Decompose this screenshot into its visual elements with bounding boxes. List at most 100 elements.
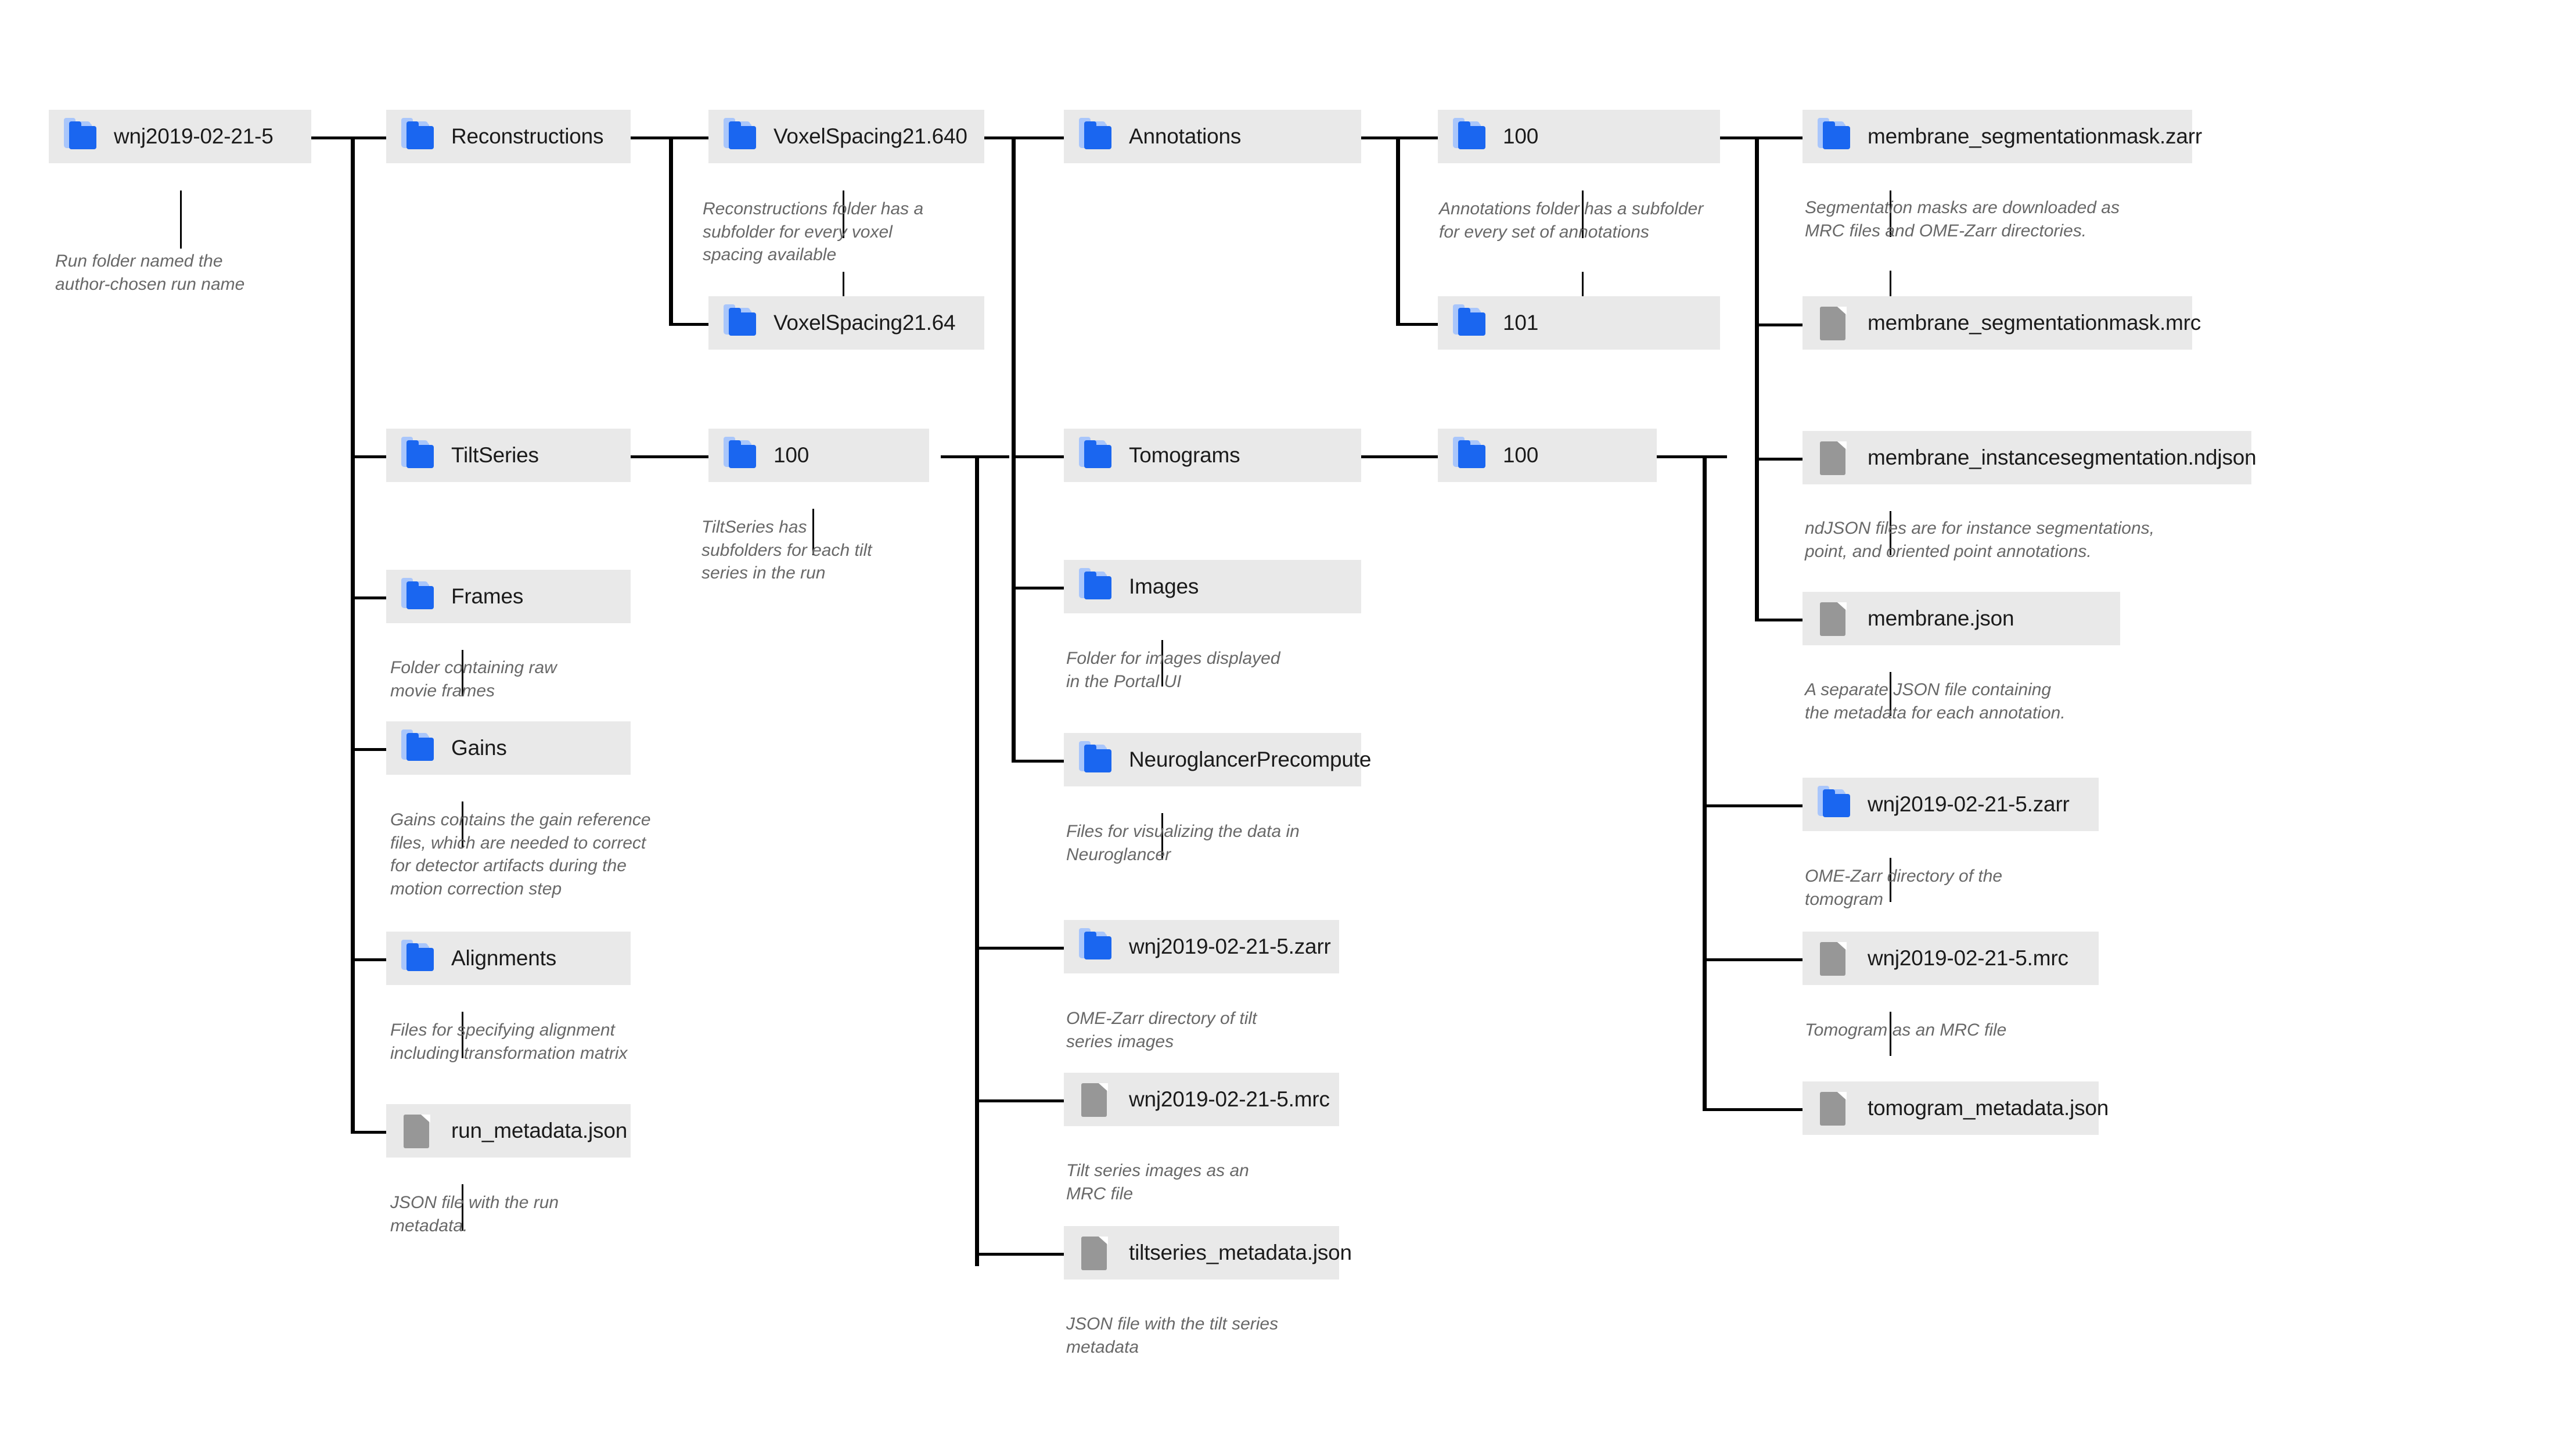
- node-label: VoxelSpacing21.64: [773, 311, 956, 335]
- node-label: wnj2019-02-21-5.zarr: [1129, 935, 1331, 958]
- connector-trunk-ts-metadata: [975, 1253, 1066, 1256]
- caption-tiltseries-zarr: OME-Zarr directory of tilt series images: [1066, 1009, 1257, 1051]
- folder-icon: [724, 304, 758, 339]
- connector-ann100-to-trunk: [1718, 136, 1805, 139]
- node-neuroglancer-precompute[interactable]: NeuroglancerPrecompute: [1064, 733, 1371, 786]
- caption-tiltseries-100: TiltSeries has subfolders for each tilt se…: [701, 517, 872, 583]
- caption-gains: Gains contains the gain reference files, …: [390, 810, 651, 898]
- trunk-tiltseries-files: [975, 455, 979, 1266]
- folder-icon: [1453, 118, 1488, 153]
- caption-run-root: Run folder named the author-chosen run na…: [55, 251, 245, 294]
- node-membrane-segmentationmask-mrc[interactable]: membrane_segmentationmask.mrc: [1803, 296, 2201, 350]
- node-label: Frames: [451, 584, 524, 608]
- caption-tomogram-zarr: OME-Zarr directory of the tomogram: [1805, 867, 2003, 909]
- node-label: wnj2019-02-21-5: [114, 124, 274, 148]
- connector-trunk-tomo-zarr: [1703, 804, 1805, 807]
- file-icon: [1818, 602, 1852, 636]
- node-frames[interactable]: Frames: [386, 570, 631, 623]
- node-label: tomogram_metadata.json: [1868, 1096, 2109, 1120]
- caption-instance-segmentation: ndJSON files are for instance segmentati…: [1805, 519, 2154, 561]
- trunk-root-children: [351, 136, 355, 1134]
- caption-segmentation-masks: Segmentation masks are downloaded as MRC …: [1805, 198, 2120, 240]
- caption-tomogram-mrc: Tomogram as an MRC file: [1805, 1020, 2007, 1040]
- node-tiltseries[interactable]: TiltSeries: [386, 429, 631, 482]
- node-run-metadata-json[interactable]: run_metadata.json: [386, 1104, 631, 1158]
- node-voxelspacing-21-64[interactable]: VoxelSpacing21.64: [708, 296, 984, 350]
- node-run-root[interactable]: wnj2019-02-21-5: [49, 110, 311, 163]
- node-annotation-set-100[interactable]: 100: [1438, 110, 1720, 163]
- caption-tiltseries-metadata: JSON file with the tilt series metadata: [1066, 1314, 1279, 1357]
- node-label: wnj2019-02-21-5.mrc: [1868, 946, 2068, 970]
- node-membrane-segmentationmask-zarr[interactable]: membrane_segmentationmask.zarr: [1803, 110, 2202, 163]
- node-label: VoxelSpacing21.640: [773, 124, 967, 148]
- trunk-tomogram-files: [1703, 455, 1707, 1110]
- connector-trunk-tomo-mrc: [1703, 958, 1805, 961]
- node-gains[interactable]: Gains: [386, 721, 631, 775]
- folder-icon: [1818, 786, 1852, 821]
- folder-icon: [1453, 304, 1488, 339]
- node-tiltseries-100[interactable]: 100: [708, 429, 929, 482]
- file-icon: [1818, 942, 1852, 976]
- folder-icon: [1079, 928, 1114, 963]
- node-tomogram-metadata-json[interactable]: tomogram_metadata.json: [1803, 1081, 2109, 1135]
- node-membrane-instancesegmentation-ndjson[interactable]: membrane_instancesegmentation.ndjson: [1803, 431, 2257, 484]
- connector-tiltseries-to-100: [629, 455, 711, 458]
- connector-trunk-images: [1012, 587, 1066, 590]
- connector-trunk-neuroglancer: [1012, 760, 1066, 763]
- node-label: 100: [1503, 124, 1539, 148]
- node-label: 101: [1503, 311, 1539, 335]
- node-label: Alignments: [451, 946, 557, 970]
- folder-icon: [1079, 437, 1114, 472]
- folder-icon: [1453, 437, 1488, 472]
- folder-icon: [64, 118, 99, 153]
- folder-icon: [1079, 118, 1114, 153]
- caption-reconstructions: Reconstructions folder has a subfolder fo…: [703, 199, 924, 265]
- file-icon: [1079, 1083, 1114, 1117]
- node-membrane-json[interactable]: membrane.json: [1803, 592, 2120, 645]
- node-images[interactable]: Images: [1064, 560, 1361, 613]
- node-tomograms[interactable]: Tomograms: [1064, 429, 1361, 482]
- caption-frames: Folder containing raw movie frames: [390, 658, 557, 700]
- folder-icon: [1079, 568, 1114, 603]
- node-tiltseries-metadata-json[interactable]: tiltseries_metadata.json: [1064, 1226, 1352, 1280]
- node-voxelspacing-21-640[interactable]: VoxelSpacing21.640: [708, 110, 984, 163]
- node-tomogram-100[interactable]: 100: [1438, 429, 1657, 482]
- file-icon: [1818, 441, 1852, 475]
- node-label: TiltSeries: [451, 443, 539, 467]
- node-label: 100: [773, 443, 810, 467]
- folder-icon: [401, 118, 436, 153]
- connector-tomo100-to-trunk: [1654, 455, 1727, 458]
- node-label: tiltseries_metadata.json: [1129, 1241, 1352, 1264]
- node-tiltseries-zarr[interactable]: wnj2019-02-21-5.zarr: [1064, 920, 1339, 973]
- node-tomogram-mrc[interactable]: wnj2019-02-21-5.mrc: [1803, 932, 2099, 985]
- folder-icon: [1818, 118, 1852, 153]
- folder-icon: [401, 940, 436, 975]
- caption-alignments: Files for specifying alignment including …: [390, 1020, 628, 1063]
- node-alignments[interactable]: Alignments: [386, 932, 631, 985]
- node-label: Tomograms: [1129, 443, 1240, 467]
- caption-neuroglancer: Files for visualizing the data in Neurogl…: [1066, 822, 1300, 864]
- node-label: run_metadata.json: [451, 1119, 628, 1142]
- caption-images: Folder for images displayed in the Portal…: [1066, 649, 1280, 691]
- node-label: wnj2019-02-21-5.mrc: [1129, 1087, 1330, 1111]
- node-label: 100: [1503, 443, 1539, 467]
- trunk-voxel-children: [1012, 136, 1016, 763]
- folder-icon: [724, 118, 758, 153]
- file-icon: [1818, 307, 1852, 340]
- node-label: membrane.json: [1868, 606, 2014, 630]
- folder-icon: [401, 578, 436, 613]
- connector-trunk-ts-zarr: [975, 947, 1066, 950]
- file-icon: [1818, 1092, 1852, 1126]
- tick-run-root-caption: [180, 191, 182, 249]
- node-label: Gains: [451, 736, 507, 760]
- node-reconstructions[interactable]: Reconstructions: [386, 110, 631, 163]
- node-annotations[interactable]: Annotations: [1064, 110, 1361, 163]
- connector-trunk-membrane-json: [1755, 619, 1805, 621]
- node-label: membrane_segmentationmask.zarr: [1868, 124, 2202, 148]
- connector-tomograms-to-100: [1358, 455, 1439, 458]
- node-annotation-set-101[interactable]: 101: [1438, 296, 1720, 350]
- connector-trunk-annotation-101: [1396, 323, 1440, 326]
- node-tomogram-zarr[interactable]: wnj2019-02-21-5.zarr: [1803, 778, 2099, 831]
- node-tiltseries-mrc[interactable]: wnj2019-02-21-5.mrc: [1064, 1073, 1339, 1126]
- node-label: NeuroglancerPrecompute: [1129, 747, 1372, 771]
